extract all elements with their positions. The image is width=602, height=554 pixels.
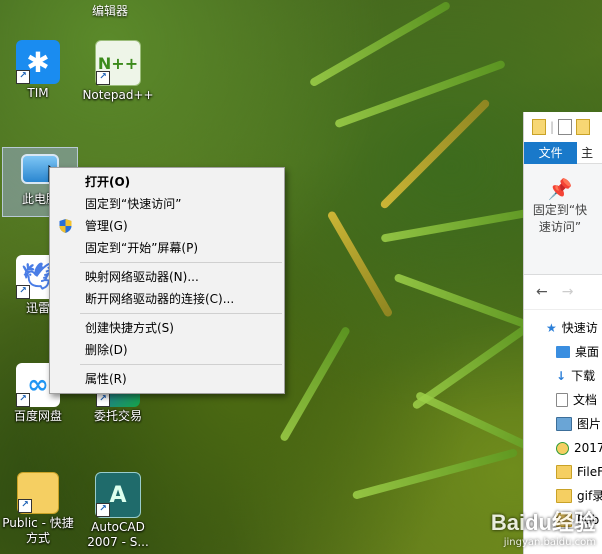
titlebar-divider: | [550, 120, 555, 134]
tree-item-desktop[interactable]: 桌面 [524, 340, 602, 364]
autocad-icon: A ↗ [95, 472, 141, 518]
pin-icon: 📌 [547, 177, 573, 201]
shortcut-arrow-icon: ↗ [96, 393, 110, 407]
folder-icon [556, 465, 572, 479]
tree-item-label: FileF [577, 465, 602, 479]
document-icon [556, 393, 568, 407]
menu-item-map-network-drive[interactable]: 映射网络驱动器(N)... [50, 266, 284, 288]
download-arrow-icon: ↓ [556, 369, 567, 383]
desktop-icon-autocad[interactable]: A ↗ AutoCAD 2007 - S... [82, 472, 154, 550]
watermark-url: jingyan.baidu.com [503, 537, 596, 548]
shortcut-arrow-icon: ↗ [16, 70, 30, 84]
tree-item-documents[interactable]: 文档 [524, 388, 602, 412]
folder-icon: ↗ [17, 472, 59, 514]
properties-icon[interactable] [558, 119, 573, 135]
file-explorer-window: | 文件 主 📌 固定到“快速访问” ← → ★ 快速访 桌面 ↓ 下载 文档 [523, 112, 602, 554]
pin-quick-access-button[interactable]: 📌 固定到“快速访问” [530, 176, 590, 236]
desktop-top-label: 编辑器 [92, 4, 129, 18]
menu-separator [80, 262, 282, 263]
notepadpp-icon: N++ ↗ [95, 40, 141, 86]
context-menu: 打开(O) 固定到“快速访问” 管理(G) 固定到“开始”屏幕(P) 映射网络驱… [49, 167, 285, 394]
tab-file[interactable]: 文件 [524, 142, 578, 164]
shortcut-arrow-icon: ↗ [96, 503, 110, 517]
watermark-brand: Baidu经验 [490, 510, 596, 535]
desktop-icon [556, 346, 570, 358]
menu-item-create-shortcut[interactable]: 创建快捷方式(S) [50, 317, 284, 339]
picture-icon [556, 417, 572, 431]
desktop-icon-label: Notepad++ [82, 88, 154, 102]
shortcut-arrow-icon: ↗ [16, 285, 30, 299]
back-button[interactable]: ← [536, 284, 548, 300]
tree-item-downloads[interactable]: ↓ 下载 [524, 364, 602, 388]
tree-item-2017[interactable]: 2017 [524, 436, 602, 460]
ribbon-panel: 📌 固定到“快速访问” [524, 164, 602, 275]
menu-item-pin-quick-access[interactable]: 固定到“快速访问” [50, 193, 284, 215]
tim-icon: ✱ ↗ [16, 40, 60, 84]
tree-item-quick-access[interactable]: ★ 快速访 [524, 316, 602, 340]
tree-item-label: 文档 [573, 393, 598, 407]
menu-item-disconnect-network-drive[interactable]: 断开网络驱动器的连接(C)... [50, 288, 284, 310]
desktop-icon-public-shortcut[interactable]: ↗ Public - 快捷方式 [2, 472, 74, 546]
forward-button[interactable]: → [562, 284, 574, 300]
folder-icon [556, 489, 572, 503]
menu-item-open[interactable]: 打开(O) [50, 171, 284, 193]
menu-item-pin-start[interactable]: 固定到“开始”屏幕(P) [50, 237, 284, 259]
explorer-titlebar: | [524, 112, 602, 142]
desktop-icon-label: 百度网盘 [13, 409, 62, 423]
tree-item-label: 快速访 [561, 321, 598, 335]
tree-item-label: 桌面 [575, 345, 600, 359]
pin-label: 固定到“快速访问” [532, 203, 588, 234]
menu-item-label: 管理(G) [85, 219, 128, 233]
tree-item-filef[interactable]: FileF [524, 460, 602, 484]
tree-item-label: 2017 [574, 441, 602, 455]
menu-item-delete[interactable]: 删除(D) [50, 339, 284, 361]
desktop-icon-label: AutoCAD 2007 - S... [87, 520, 149, 549]
shortcut-arrow-icon: ↗ [18, 499, 32, 513]
menu-item-properties[interactable]: 属性(R) [50, 368, 284, 390]
menu-separator [80, 313, 282, 314]
shortcut-arrow-icon: ↗ [16, 393, 30, 407]
tree-item-label: 图片 [577, 417, 602, 431]
tab-home[interactable]: 主 [577, 142, 602, 164]
star-icon: ★ [546, 321, 557, 335]
sync-folder-icon [556, 441, 569, 455]
folder-icon [532, 119, 546, 135]
ribbon-tabs: 文件 主 [524, 142, 602, 164]
tree-item-label: 下载 [571, 369, 596, 383]
desktop-icon-notepadpp[interactable]: N++ ↗ Notepad++ [82, 40, 154, 103]
explorer-nav: ← → [524, 275, 602, 310]
new-folder-icon[interactable] [576, 119, 591, 135]
menu-item-manage[interactable]: 管理(G) [50, 215, 284, 237]
shortcut-arrow-icon: ↗ [96, 71, 110, 85]
desktop-icon-tim[interactable]: ✱ ↗ TIM [2, 40, 74, 101]
nav-tree: ★ 快速访 桌面 ↓ 下载 文档 图片 2017 FileF gif录 Pub [524, 310, 602, 532]
uac-shield-icon [59, 219, 72, 233]
desktop-icon-label: 委托交易 [93, 409, 142, 423]
menu-separator [80, 364, 282, 365]
tree-item-pictures[interactable]: 图片 [524, 412, 602, 436]
desktop-icon-label: Public - 快捷方式 [2, 516, 74, 545]
desktop-icon-label: TIM [27, 86, 49, 100]
baidu-jingyan-watermark: Baidu经验 jingyan.baidu.com [491, 505, 596, 548]
